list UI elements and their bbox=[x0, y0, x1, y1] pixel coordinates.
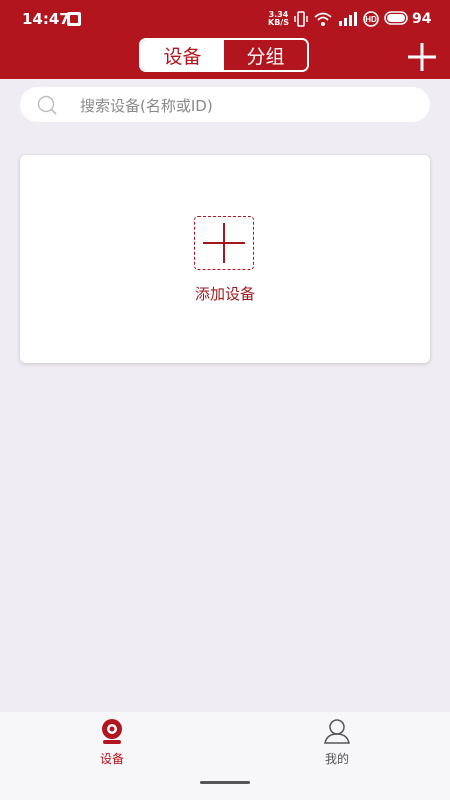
network-speed: 3.34 KB/S bbox=[268, 10, 289, 27]
tab-groups[interactable]: 分组 bbox=[224, 40, 307, 70]
search-icon bbox=[37, 95, 57, 115]
add-device-card[interactable]: 添加设备 bbox=[20, 155, 430, 363]
status-time: 14:47 bbox=[22, 10, 70, 28]
app-notification-icon bbox=[67, 12, 81, 26]
nav-label-mine: 我的 bbox=[324, 752, 349, 766]
view-toggle: 设备 分组 bbox=[139, 38, 309, 72]
battery-level: 94 bbox=[412, 11, 432, 27]
add-device-plus-icon[interactable] bbox=[405, 40, 439, 74]
wifi-icon bbox=[314, 12, 332, 26]
vibrate-icon bbox=[294, 11, 308, 27]
battery-icon bbox=[384, 11, 408, 25]
svg-text:HD: HD bbox=[365, 15, 377, 24]
hd-icon: HD bbox=[363, 11, 379, 27]
nav-item-mine[interactable]: 我的 bbox=[297, 718, 377, 767]
search-input[interactable]: 搜索设备(名称或ID) bbox=[20, 87, 430, 122]
bottom-navigation: 设备 我的 bbox=[0, 712, 450, 800]
add-device-box[interactable] bbox=[194, 216, 254, 270]
signal-icon bbox=[339, 12, 357, 26]
app-header: 14:47 3.34 KB/S HD 94 设备 分组 bbox=[0, 0, 450, 79]
home-indicator[interactable] bbox=[200, 781, 250, 784]
plus-icon bbox=[203, 223, 245, 263]
nav-item-devices[interactable]: 设备 bbox=[72, 718, 152, 767]
person-icon bbox=[324, 719, 350, 744]
nav-label-devices: 设备 bbox=[99, 752, 124, 766]
search-placeholder: 搜索设备(名称或ID) bbox=[80, 97, 213, 115]
tab-devices[interactable]: 设备 bbox=[141, 40, 224, 70]
status-bar: 14:47 3.34 KB/S HD 94 bbox=[0, 0, 450, 38]
add-device-label: 添加设备 bbox=[194, 285, 255, 303]
camera-icon bbox=[102, 719, 122, 744]
